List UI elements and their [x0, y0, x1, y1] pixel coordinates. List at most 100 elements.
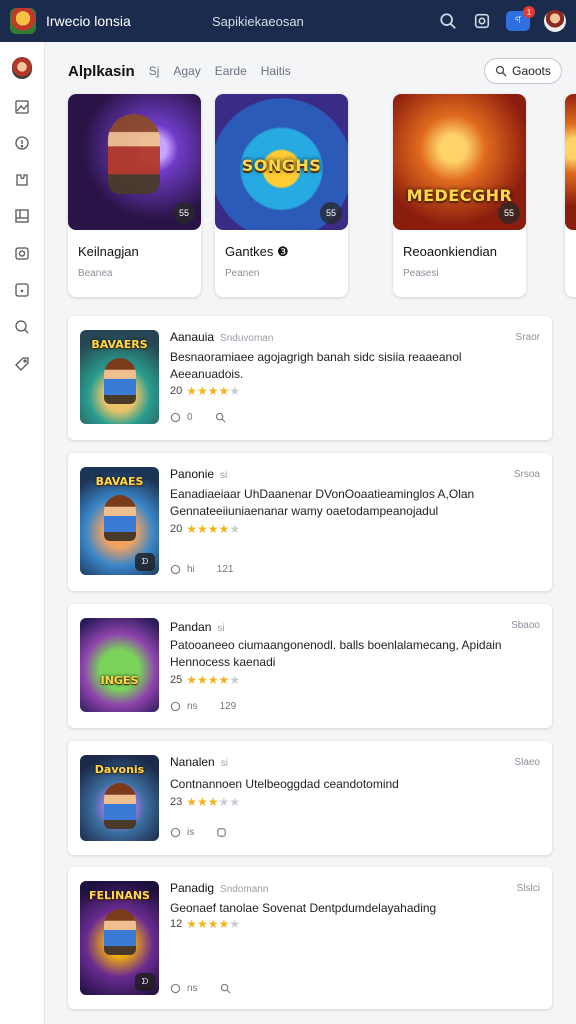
row-date: Sraor: [515, 332, 540, 343]
row-meta: hi 121: [170, 564, 233, 575]
row-date: Sbaoo: [511, 620, 540, 631]
row-rating: 20 ★★★★★: [170, 522, 240, 536]
list-item[interactable]: Davonis Nanalen si Slaeo Contnannoen Utel…: [68, 741, 552, 855]
app-icon-image: Davonis: [80, 755, 159, 841]
list-item[interactable]: BAVAERS Aanauia Snduvoman Sraor Besnaoram…: [68, 316, 552, 440]
tab-haitis[interactable]: Haitis: [261, 64, 291, 78]
rating-value: 12: [170, 918, 183, 930]
layout-icon[interactable]: [12, 206, 32, 226]
featured-card-partial[interactable]: [565, 94, 576, 297]
row-meta: is: [170, 827, 227, 838]
card-subtitle: Peasesi: [403, 268, 439, 279]
row-subtitle: si: [217, 623, 225, 634]
search-icon[interactable]: [220, 983, 231, 994]
notifications-button[interactable]: ণ 1: [506, 6, 535, 31]
search-icon[interactable]: [438, 11, 458, 31]
star-rating-icon: ★★★★★: [186, 917, 241, 931]
filter-button[interactable]: Gaoots: [484, 58, 562, 84]
row-description-2: Hennocess kaenadi: [170, 655, 276, 669]
save-icon[interactable]: [216, 827, 227, 838]
app-icon-title: INGES: [100, 674, 139, 687]
gamepad-icon[interactable]: [472, 11, 492, 31]
row-title: Panonie si: [170, 467, 227, 481]
image-icon[interactable]: [12, 97, 32, 117]
card-subtitle: Peanen: [225, 268, 260, 279]
sidebar: [0, 42, 45, 1024]
row-meta: 0: [170, 412, 226, 423]
star-rating-icon: ★★★★★: [186, 673, 241, 687]
comment-icon[interactable]: [170, 827, 181, 838]
comment-icon[interactable]: [170, 412, 181, 423]
featured-card[interactable]: MEDECGHR 55 Reoaonkiendian Peasesi: [393, 94, 526, 297]
download-count: 121: [216, 564, 234, 575]
row-title-text: Pandan: [170, 620, 212, 634]
meta-count: 0: [187, 412, 193, 423]
notification-count-badge: 1: [523, 6, 535, 18]
row-meta: ns 129: [170, 701, 236, 712]
list-item[interactable]: BAVAES ᗤ Panonie si Srsoa Eanadiaeiaar Uh…: [68, 453, 552, 591]
card-badge: 55: [320, 202, 342, 224]
row-date: Srsoa: [513, 469, 540, 480]
app-icon-image: FELINANS ᗤ: [80, 881, 159, 995]
camera-icon[interactable]: [12, 243, 32, 263]
filter-button-label: Gaoots: [512, 64, 551, 78]
help-icon[interactable]: [12, 280, 32, 300]
tab-apps[interactable]: Alplkasin: [68, 63, 135, 80]
row-description: Geonaef tanolae Sovenat Dentpdumdelayaha…: [170, 901, 437, 915]
meta-count: hi: [187, 564, 195, 575]
row-title: Pandan si: [170, 620, 225, 634]
row-date: Slslci: [516, 883, 540, 894]
app-icon-badge: ᗤ: [135, 973, 155, 991]
featured-card[interactable]: 55 Keilnagjan Beanea: [68, 94, 201, 297]
rating-value: 25: [170, 674, 183, 686]
user-avatar[interactable]: [544, 10, 566, 32]
search-icon: [495, 65, 507, 77]
featured-card-image: [565, 94, 576, 230]
top-bar: Irwecio lonsia Sapikiekaeosan ণ 1: [0, 0, 576, 42]
alert-icon[interactable]: [12, 133, 32, 153]
sidebar-profile-avatar[interactable]: [12, 57, 32, 79]
card-subtitle: Beanea: [78, 268, 113, 279]
comment-icon[interactable]: [170, 701, 181, 712]
row-rating: 12 ★★★★★: [170, 917, 240, 931]
search-icon[interactable]: [12, 317, 32, 337]
comment-icon[interactable]: [170, 983, 181, 994]
search-input[interactable]: Sapikiekaeosan: [212, 14, 412, 29]
card-title: Keilnagjan: [78, 244, 139, 259]
tab-sj[interactable]: Sj: [149, 64, 160, 78]
row-title-text: Panonie: [170, 467, 215, 481]
row-rating: 23 ★★★★★: [170, 795, 240, 809]
star-rating-icon: ★★★★★: [186, 522, 241, 536]
tab-earde[interactable]: Earde: [215, 64, 247, 78]
star-rating-icon: ★★★★★: [186, 795, 241, 809]
row-title: Panadig Sndomann: [170, 881, 268, 895]
meta-count: ns: [187, 701, 198, 712]
row-description: Besnaoramiaee agojagrigh banah sidc sisi…: [170, 350, 462, 364]
featured-card[interactable]: SONGHS 55 Gantkes ❸ Peanen: [215, 94, 348, 297]
list-item[interactable]: FELINANS ᗤ Panadig Sndomann Slslci Geonae…: [68, 867, 552, 1009]
search-icon[interactable]: [215, 412, 226, 423]
card-title: Gantkes ❸: [225, 244, 289, 259]
row-title: Nanalen si: [170, 755, 228, 769]
list-item[interactable]: INGES Pandan si Sbaoo Patooaneeo ciumaang…: [68, 604, 552, 728]
comment-icon[interactable]: [170, 564, 181, 575]
rating-value: 23: [170, 796, 183, 808]
puzzle-icon[interactable]: [12, 170, 32, 190]
row-title: Aanauia Snduvoman: [170, 330, 273, 344]
card-badge: 55: [498, 202, 520, 224]
download-count: 129: [219, 701, 237, 712]
row-rating: 20 ★★★★★: [170, 384, 240, 398]
meta-count: ns: [187, 983, 198, 994]
row-rating: 25 ★★★★★: [170, 673, 240, 687]
row-title-text: Aanauia: [170, 330, 215, 344]
tag-icon[interactable]: [12, 354, 32, 374]
row-description-2: Gennateeiiuniaenanar wamy oaetodampeanoj…: [170, 504, 439, 518]
category-tabs: Alplkasin Sj Agay Earde Haitis: [68, 58, 305, 84]
top-actions: ণ 1: [438, 6, 566, 32]
app-logo[interactable]: [10, 8, 36, 34]
row-title-text: Nanalen: [170, 755, 215, 769]
notifications-label: ণ: [514, 14, 522, 26]
tab-agay[interactable]: Agay: [173, 64, 200, 78]
card-art-title: SONGHS: [241, 156, 322, 175]
row-description: Contnannoen Utelbeoggdad ceandotomind: [170, 777, 399, 791]
